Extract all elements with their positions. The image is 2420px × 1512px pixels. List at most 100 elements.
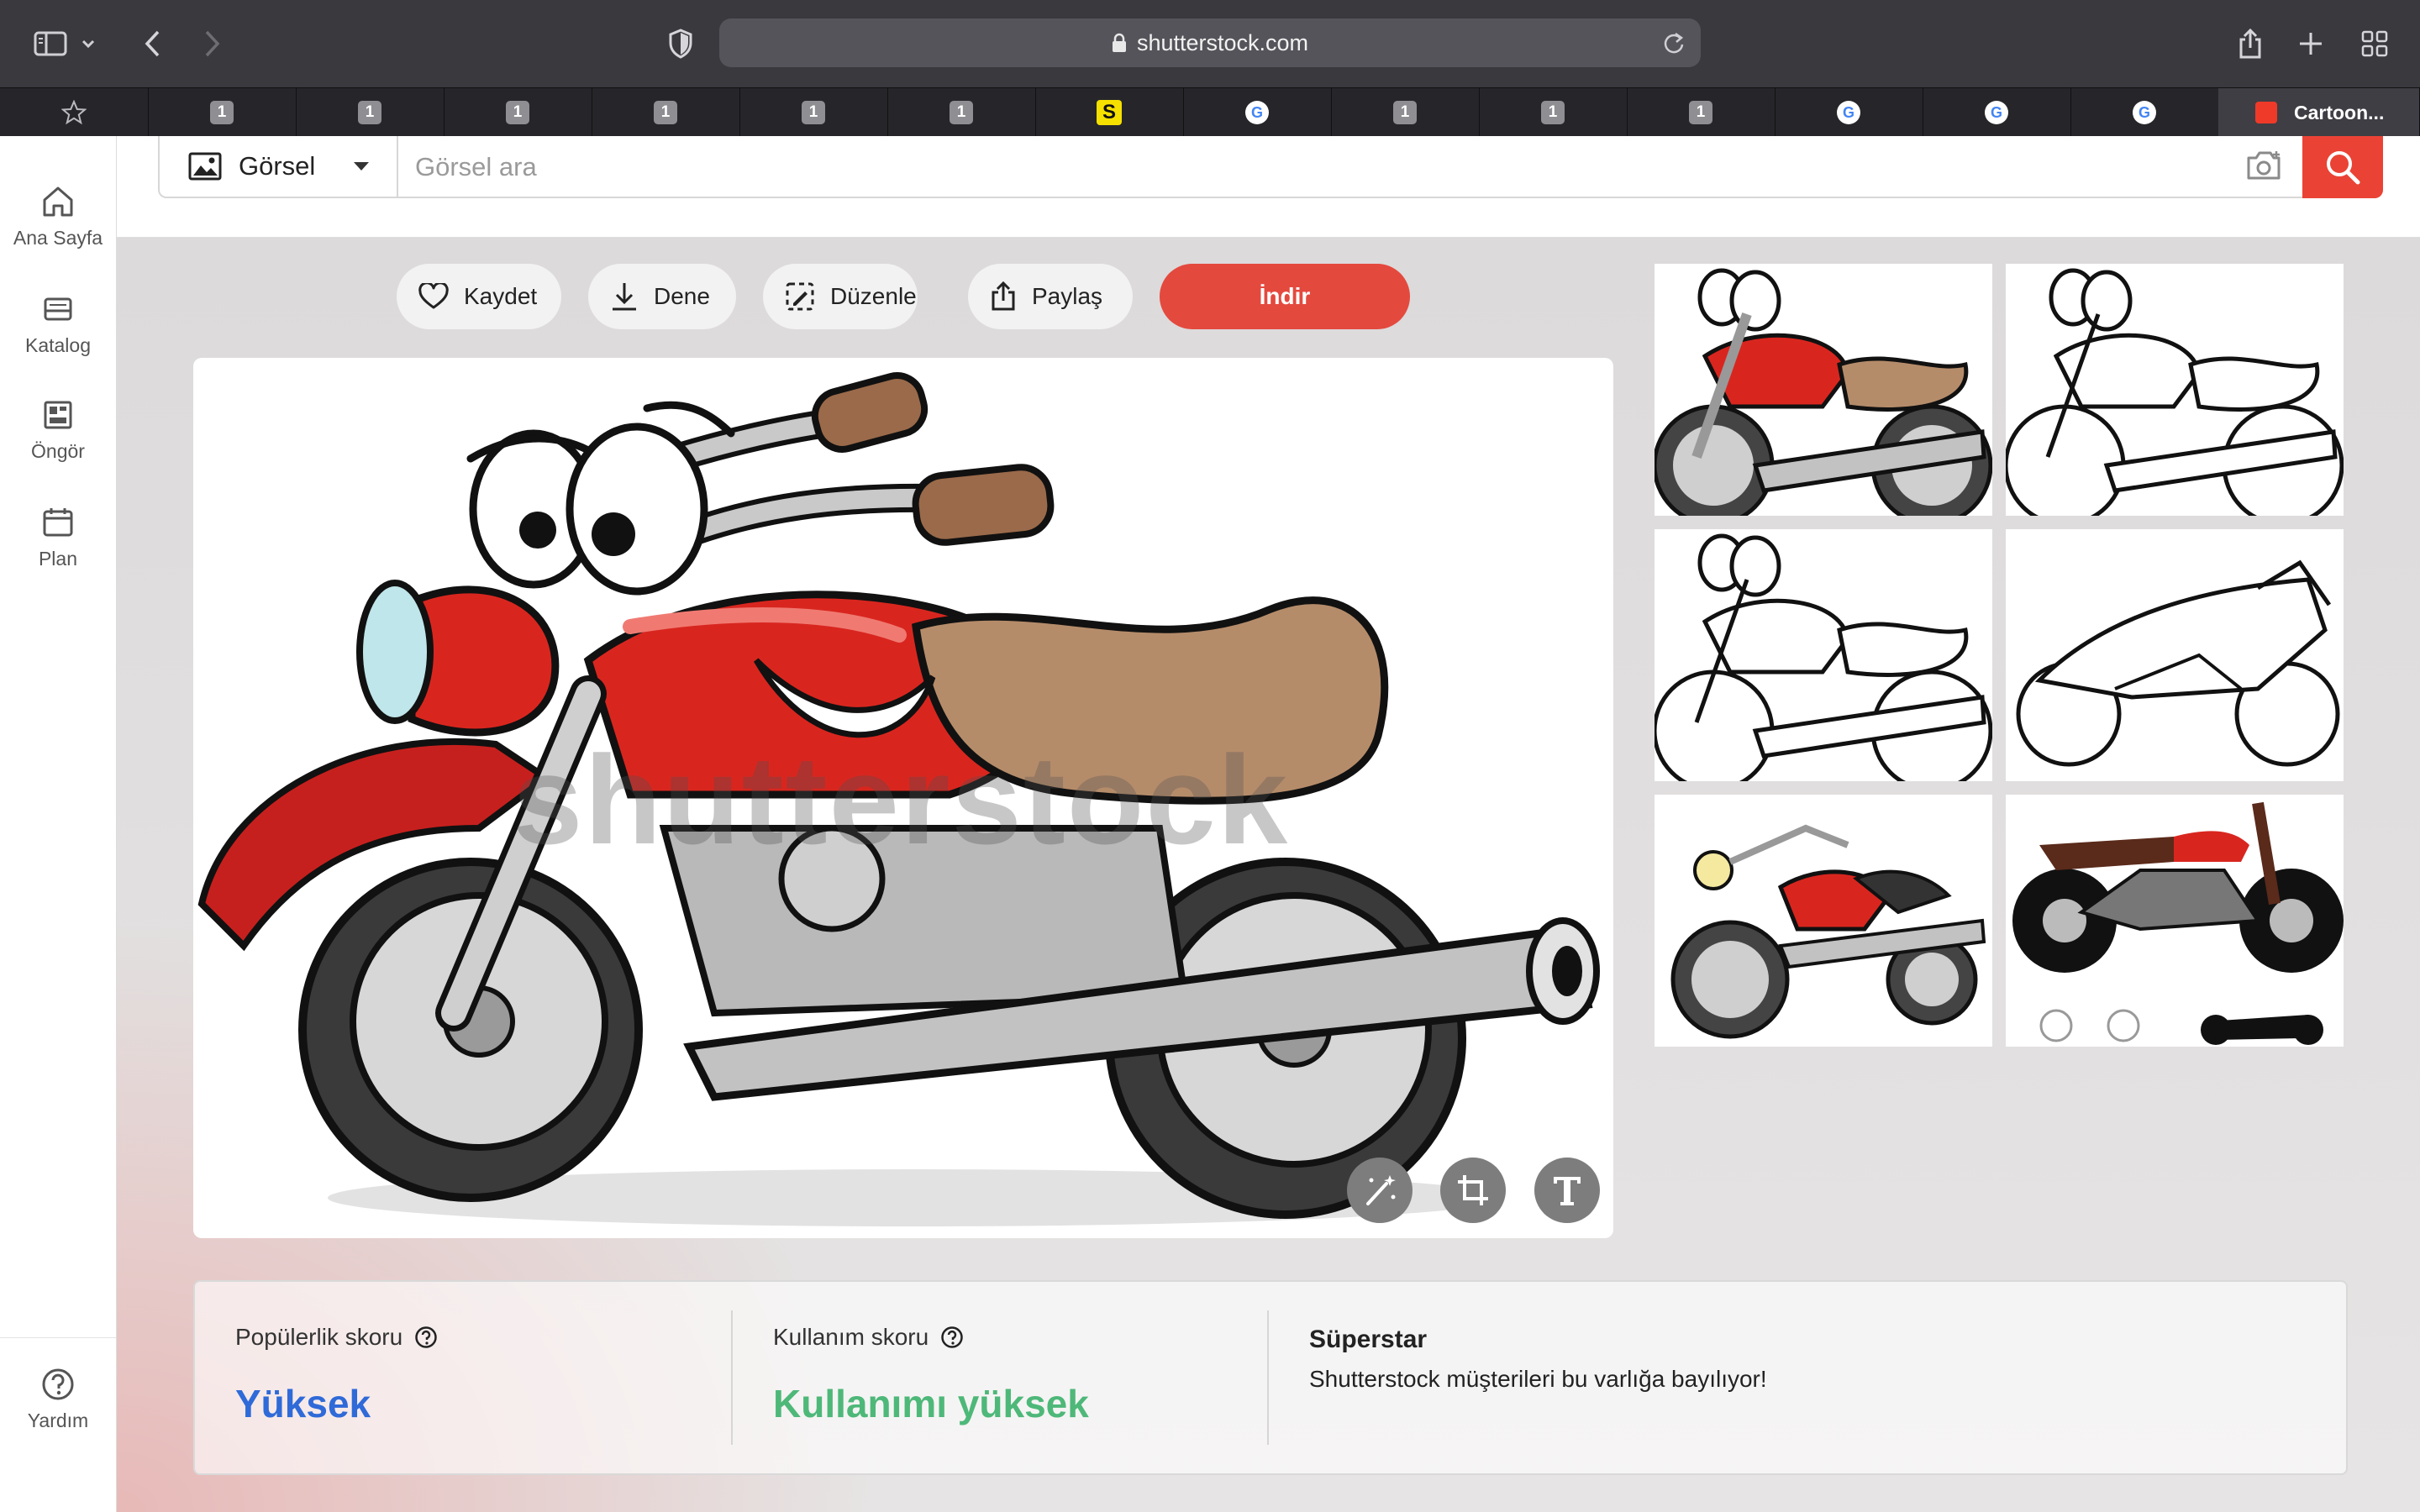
chevron-down-icon[interactable]: [76, 22, 101, 66]
shutterstock-favicon: [2255, 102, 2277, 123]
thumbnail-art: [2016, 559, 2340, 767]
tab-11[interactable]: 1: [1627, 88, 1776, 137]
tab-6[interactable]: 1: [887, 88, 1036, 137]
question-circle-icon[interactable]: [940, 1326, 964, 1349]
tab-14[interactable]: G: [2070, 88, 2219, 137]
google-icon: G: [1984, 100, 2009, 125]
download-button[interactable]: İndir: [1160, 264, 1410, 329]
sidebar-item-help[interactable]: Yardım: [0, 1366, 116, 1432]
usage-value: Kullanımı yüksek: [773, 1382, 1089, 1425]
usage-label: Kullanım skoru: [773, 1324, 929, 1350]
search-input[interactable]: [413, 136, 2349, 198]
similar-image-thumbnail[interactable]: [1655, 264, 1992, 516]
home-icon: [39, 183, 76, 220]
insights-icon: [39, 396, 76, 433]
sidebar-item-label: Katalog: [24, 334, 91, 356]
tab-favicon: 1: [1541, 101, 1565, 124]
media-type-select[interactable]: Görsel: [160, 136, 398, 197]
google-icon: G: [2132, 100, 2157, 125]
tab-active[interactable]: Cartoon...: [2218, 88, 2420, 137]
score-divider: [731, 1310, 733, 1445]
url-text: shutterstock.com: [1136, 29, 1309, 55]
tab-favicon: 1: [358, 101, 381, 124]
image-preview[interactable]: shutterstock: [193, 358, 1613, 1238]
sidebar-item-label: Plan: [38, 548, 78, 570]
tab-favicon: 1: [654, 101, 677, 124]
privacy-shield-icon[interactable]: [659, 22, 702, 66]
crop-button[interactable]: [1440, 1158, 1506, 1223]
similar-image-thumbnail[interactable]: [2006, 529, 2344, 781]
search-bar: Görsel: [158, 136, 2383, 198]
tab-12[interactable]: G: [1775, 88, 1923, 137]
edit-label: Düzenle: [830, 283, 917, 309]
usage-score: Kullanım skoru Kullanımı yüksek: [773, 1282, 1244, 1473]
download-icon: [610, 281, 639, 312]
sidebar-item-label: Yardım: [27, 1410, 89, 1431]
google-icon: G: [1244, 100, 1270, 125]
thumbnail-art: [2012, 801, 2344, 1045]
tab-9[interactable]: 1: [1331, 88, 1480, 137]
tab-8[interactable]: G: [1183, 88, 1332, 137]
back-icon[interactable]: [131, 22, 175, 66]
similar-image-thumbnail[interactable]: [1655, 529, 1992, 781]
similar-image-thumbnail[interactable]: [2006, 264, 2344, 516]
calendar-icon: [39, 504, 76, 541]
address-bar[interactable]: shutterstock.com: [719, 18, 1701, 67]
scores-card: Popülerlik skoru Yüksek Kullanım skoru K…: [193, 1280, 2348, 1475]
sidebar-item-home[interactable]: Ana Sayfa: [0, 183, 116, 249]
tab-13[interactable]: G: [1923, 88, 2071, 137]
tab-favicon: 1: [506, 101, 529, 124]
try-button[interactable]: Dene: [588, 264, 736, 329]
sidebar-item-plan[interactable]: Plan: [0, 504, 116, 570]
thumbnail-art: [2006, 268, 2344, 516]
tab-5[interactable]: 1: [739, 88, 888, 137]
magic-wand-button[interactable]: [1347, 1158, 1413, 1223]
text-tool-button[interactable]: [1534, 1158, 1600, 1223]
sidebar-toggle-icon[interactable]: [29, 22, 72, 66]
try-label: Dene: [654, 283, 710, 309]
tab-4[interactable]: 1: [592, 88, 740, 137]
tab-favicon: S: [1097, 100, 1122, 125]
tab-10[interactable]: 1: [1479, 88, 1628, 137]
tab-strip: 1 1 1 1 1 1 S G 1 1 1 G G G Cartoon...: [0, 87, 2420, 137]
thumbnail-art: [1655, 268, 1992, 516]
reload-icon[interactable]: [1662, 30, 1686, 55]
bookmarks-star-tab[interactable]: [0, 88, 149, 137]
forward-icon[interactable]: [190, 22, 234, 66]
share-icon[interactable]: [2228, 22, 2272, 66]
superstar-title: Süperstar: [1309, 1326, 1428, 1353]
similar-image-thumbnail[interactable]: [1655, 795, 1992, 1047]
camera-search-icon[interactable]: [2245, 150, 2282, 181]
star-icon: [61, 100, 87, 125]
popularity-score: Popülerlik skoru Yüksek: [235, 1282, 706, 1473]
tab-1[interactable]: 1: [148, 88, 297, 137]
sidebar-item-insights[interactable]: Öngör: [0, 396, 116, 463]
search-icon: [2324, 149, 2361, 186]
catalog-icon: [39, 291, 76, 328]
tab-title: Cartoon...: [2294, 101, 2385, 123]
superstar-info: Süperstar Shutterstock müşterileri bu va…: [1309, 1282, 2317, 1473]
svg-text:G: G: [2139, 104, 2150, 121]
share-button[interactable]: Paylaş: [968, 264, 1133, 329]
media-type-label: Görsel: [239, 151, 316, 181]
edit-icon: [785, 281, 815, 312]
similar-image-thumbnail[interactable]: [2006, 795, 2344, 1047]
save-button[interactable]: Kaydet: [397, 264, 561, 329]
new-tab-icon[interactable]: [2289, 22, 2333, 66]
tab-2[interactable]: 1: [296, 88, 445, 137]
caret-down-icon: [353, 161, 370, 171]
popularity-label: Popülerlik skoru: [235, 1324, 403, 1350]
search-button[interactable]: [2302, 136, 2383, 198]
tab-overview-icon[interactable]: [2353, 22, 2396, 66]
sidebar-item-catalog[interactable]: Katalog: [0, 291, 116, 357]
tab-favicon: 1: [1393, 101, 1417, 124]
tab-7[interactable]: S: [1035, 88, 1184, 137]
edit-button[interactable]: Düzenle: [763, 264, 918, 329]
crop-icon: [1455, 1172, 1491, 1209]
sidebar-item-label: Ana Sayfa: [13, 227, 103, 249]
question-circle-icon[interactable]: [414, 1326, 438, 1349]
tab-3[interactable]: 1: [444, 88, 592, 137]
thumbnail-art: [1670, 824, 1986, 1039]
tab-favicon: 1: [210, 101, 234, 124]
sidebar-divider: [0, 1337, 116, 1338]
